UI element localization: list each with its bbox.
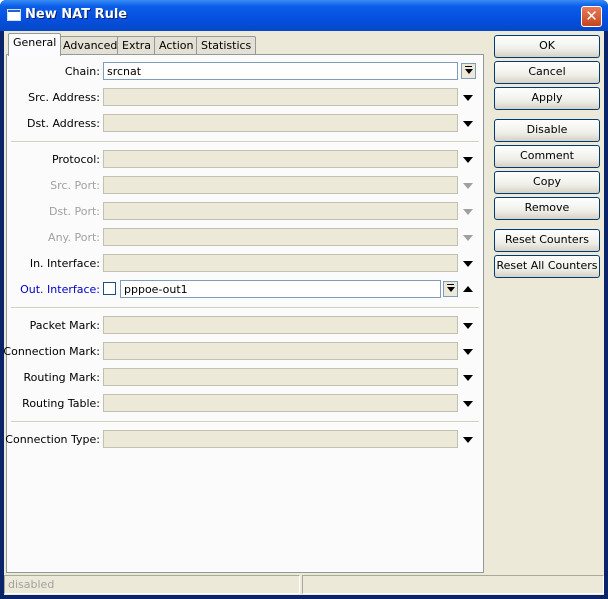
in-interface-expand-icon[interactable] bbox=[463, 261, 473, 267]
chain-field[interactable]: srcnat bbox=[103, 62, 458, 80]
src-address-field[interactable] bbox=[103, 88, 458, 106]
tab-advanced[interactable]: Advanced bbox=[58, 36, 123, 55]
apply-button[interactable]: Apply bbox=[494, 87, 600, 110]
copy-button[interactable]: Copy bbox=[494, 171, 600, 194]
packet-mark-label: Packet Mark: bbox=[29, 319, 100, 332]
remove-button[interactable]: Remove bbox=[494, 197, 600, 220]
protocol-row: Protocol: bbox=[7, 150, 485, 170]
src-address-row: Src. Address: bbox=[7, 88, 485, 108]
out-interface-value: pppoe-out1 bbox=[124, 283, 188, 296]
dst-port-row: Dst. Port: bbox=[7, 202, 485, 222]
src-port-row: Src. Port: bbox=[7, 176, 485, 196]
out-interface-label: Out. Interface: bbox=[20, 283, 100, 296]
status-text-secondary bbox=[302, 575, 604, 594]
chain-value: srcnat bbox=[107, 65, 142, 78]
disable-button[interactable]: Disable bbox=[494, 119, 600, 142]
window-icon bbox=[7, 9, 21, 21]
dst-address-field[interactable] bbox=[103, 114, 458, 132]
connection-type-row: Connection Type: bbox=[5, 430, 485, 450]
dst-port-expand-icon bbox=[463, 209, 473, 215]
connection-type-expand-icon[interactable] bbox=[463, 437, 473, 443]
any-port-expand-icon bbox=[463, 235, 473, 241]
connection-mark-label: Connection Mark: bbox=[3, 345, 100, 358]
out-interface-row: Out. Interface: pppoe-out1 bbox=[7, 280, 485, 300]
reset-counters-button[interactable]: Reset Counters bbox=[494, 229, 600, 252]
title-bar[interactable]: New NAT Rule ✕ bbox=[0, 0, 608, 31]
src-port-label: Src. Port: bbox=[50, 179, 100, 192]
separator bbox=[11, 421, 479, 423]
routing-mark-expand-icon[interactable] bbox=[463, 375, 473, 381]
tab-general[interactable]: General bbox=[8, 33, 62, 56]
chain-row: Chain: srcnat bbox=[7, 62, 485, 82]
dst-address-label: Dst. Address: bbox=[26, 117, 100, 130]
reset-all-counters-button[interactable]: Reset All Counters bbox=[494, 255, 600, 278]
routing-mark-field[interactable] bbox=[103, 368, 458, 386]
routing-mark-row: Routing Mark: bbox=[7, 368, 485, 388]
cancel-button[interactable]: Cancel bbox=[494, 61, 600, 84]
src-address-expand-icon[interactable] bbox=[463, 95, 473, 101]
chain-label: Chain: bbox=[64, 65, 100, 78]
window-title: New NAT Rule bbox=[25, 7, 128, 22]
ok-button[interactable]: OK bbox=[494, 35, 600, 58]
packet-mark-expand-icon[interactable] bbox=[463, 323, 473, 329]
routing-table-row: Routing Table: bbox=[7, 394, 485, 414]
any-port-field bbox=[103, 228, 458, 246]
routing-table-field[interactable] bbox=[103, 394, 458, 412]
protocol-field[interactable] bbox=[103, 150, 458, 168]
routing-table-expand-icon[interactable] bbox=[463, 401, 473, 407]
in-interface-row: In. Interface: bbox=[7, 254, 485, 274]
separator bbox=[11, 141, 479, 143]
routing-mark-label: Routing Mark: bbox=[23, 371, 100, 384]
connection-mark-field[interactable] bbox=[103, 342, 458, 360]
dialog-window: New NAT Rule ✕ General Advanced Extra Ac… bbox=[0, 0, 608, 599]
any-port-label: Any. Port: bbox=[48, 231, 100, 244]
dst-address-expand-icon[interactable] bbox=[463, 121, 473, 127]
connection-type-label: Connection Type: bbox=[5, 433, 100, 446]
connection-mark-row: Connection Mark: bbox=[3, 342, 485, 362]
in-interface-label: In. Interface: bbox=[29, 257, 100, 270]
packet-mark-field[interactable] bbox=[103, 316, 458, 334]
general-tab-panel: Chain: srcnat Src. Address: Dst. Address… bbox=[3, 54, 485, 573]
connection-type-field[interactable] bbox=[103, 430, 458, 448]
tab-extra[interactable]: Extra bbox=[117, 36, 157, 55]
tab-statistics[interactable]: Statistics bbox=[196, 36, 257, 55]
dst-port-label: Dst. Port: bbox=[48, 205, 100, 218]
status-text: disabled bbox=[4, 575, 300, 594]
tab-action[interactable]: Action bbox=[154, 36, 199, 55]
out-interface-negate-checkbox[interactable] bbox=[103, 282, 116, 295]
protocol-label: Protocol: bbox=[51, 153, 100, 166]
protocol-expand-icon[interactable] bbox=[463, 157, 473, 163]
comment-button[interactable]: Comment bbox=[494, 145, 600, 168]
status-bar: disabled bbox=[4, 575, 604, 595]
close-button[interactable]: ✕ bbox=[581, 6, 602, 27]
src-port-expand-icon bbox=[463, 183, 473, 189]
packet-mark-row: Packet Mark: bbox=[7, 316, 485, 336]
dst-address-row: Dst. Address: bbox=[7, 114, 485, 134]
chain-dropdown-button[interactable] bbox=[461, 63, 476, 79]
out-interface-collapse-icon[interactable] bbox=[463, 286, 473, 292]
any-port-row: Any. Port: bbox=[7, 228, 485, 248]
out-interface-field[interactable]: pppoe-out1 bbox=[120, 280, 441, 298]
separator bbox=[11, 307, 479, 309]
routing-table-label: Routing Table: bbox=[22, 397, 100, 410]
connection-mark-expand-icon[interactable] bbox=[463, 349, 473, 355]
in-interface-field[interactable] bbox=[103, 254, 458, 272]
dialog-body: General Advanced Extra Action Statistics… bbox=[3, 31, 604, 595]
src-port-field bbox=[103, 176, 458, 194]
dst-port-field bbox=[103, 202, 458, 220]
out-interface-dropdown-button[interactable] bbox=[443, 281, 458, 297]
src-address-label: Src. Address: bbox=[28, 91, 100, 104]
